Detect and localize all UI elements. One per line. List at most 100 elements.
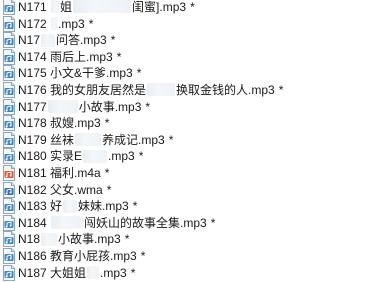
file-row[interactable]: N171 姐 闺蜜].mp3 * bbox=[0, 0, 380, 16]
audio-file-icon bbox=[2, 148, 16, 165]
file-name: N180 实录E .mp3 bbox=[18, 147, 135, 165]
file-name-part: 姐 bbox=[60, 0, 73, 14]
file-row[interactable]: N180 实录E .mp3 * bbox=[0, 147, 380, 165]
file-name-part: .mp3 bbox=[100, 265, 127, 280]
file-row[interactable]: N174 雨后上.mp3 * bbox=[0, 48, 380, 66]
modified-marker: * bbox=[136, 66, 142, 81]
file-row[interactable]: N177 小故事.mp3 * bbox=[0, 98, 380, 116]
file-name-part: .mp3 bbox=[108, 149, 135, 164]
redacted-text bbox=[41, 232, 58, 246]
audio-file-icon bbox=[2, 115, 16, 132]
file-row[interactable]: N187 大姐姐 .mp3 * bbox=[0, 264, 380, 282]
file-name: N177 小故事.mp3 bbox=[18, 98, 141, 116]
file-row[interactable]: N183 好妹妹.mp3 * bbox=[0, 197, 380, 215]
audio-file-icon bbox=[2, 264, 16, 281]
file-name: N175 小文&干爹.mp3 bbox=[18, 64, 133, 82]
file-name-part: 养成记.mp3 bbox=[102, 132, 165, 147]
redacted-text bbox=[87, 265, 100, 279]
file-name-part: N182 父女.wma bbox=[18, 182, 103, 197]
file-name-part: N177 bbox=[18, 99, 47, 114]
file-row[interactable]: N186 教育小屁孩.mp3 * bbox=[0, 247, 380, 265]
modified-marker: * bbox=[106, 182, 112, 197]
audio-file-icon-m4a bbox=[2, 165, 16, 181]
modified-marker: * bbox=[278, 83, 284, 97]
file-row[interactable]: N182 父女.wma * bbox=[0, 181, 380, 199]
modified-marker: * bbox=[124, 232, 130, 247]
audio-file-icon bbox=[2, 98, 16, 115]
file-name-part: 换取金钱的人.mp3 bbox=[176, 83, 275, 97]
file-name: N17 问答.mp3 bbox=[18, 31, 107, 49]
audio-file-icon bbox=[2, 0, 16, 15]
file-name: N186 教育小屁孩.mp3 bbox=[18, 247, 137, 265]
file-name-part: N176 我的女朋友居然是 bbox=[18, 83, 147, 97]
file-name-part: N172 bbox=[18, 16, 51, 31]
file-name-part: .mp3 bbox=[58, 16, 85, 31]
file-name: N187 大姐姐 .mp3 bbox=[18, 264, 127, 282]
file-name: N171 姐 闺蜜].mp3 bbox=[18, 0, 186, 16]
file-name-part: N184 bbox=[18, 215, 51, 230]
file-row[interactable]: N175 小文&干爹.mp3 * bbox=[0, 64, 380, 82]
file-name: N179 丝袜 养成记.mp3 bbox=[18, 131, 165, 149]
modified-marker: * bbox=[168, 132, 174, 147]
file-name-part: N17 bbox=[18, 33, 41, 48]
file-name: N183 好妹妹.mp3 bbox=[18, 197, 129, 215]
file-name-part: N171 bbox=[18, 0, 51, 14]
file-name: N182 父女.wma bbox=[18, 181, 103, 199]
file-name-part: N180 实录E bbox=[18, 149, 83, 164]
file-row[interactable]: N184 闯妖山的故事全集.mp3 * bbox=[0, 214, 380, 232]
modified-marker: * bbox=[210, 215, 216, 230]
modified-marker: * bbox=[110, 33, 116, 48]
redacted-text bbox=[51, 0, 60, 14]
modified-marker: * bbox=[130, 265, 136, 280]
file-row[interactable]: N179 丝袜 养成记.mp3 * bbox=[0, 131, 380, 149]
audio-file-icon bbox=[2, 231, 16, 248]
file-list: N171 姐闺蜜].mp3 * N172 .mp3 * N17 问答.mp3 * N174 雨… bbox=[0, 0, 380, 282]
file-name: N178 叔嫂.mp3 bbox=[18, 114, 101, 132]
file-name-part: N174 雨后上.mp3 bbox=[18, 49, 113, 64]
modified-marker: * bbox=[104, 166, 110, 180]
file-name-part: N179 丝袜 bbox=[18, 132, 75, 147]
file-name-part: 闯妖山的故事全集.mp3 bbox=[84, 215, 207, 230]
audio-file-icon bbox=[2, 248, 16, 264]
modified-marker: * bbox=[145, 99, 151, 114]
file-row[interactable]: N176 我的女朋友居然是 换取金钱的人.mp3 * bbox=[0, 81, 380, 99]
file-name-part: 问答.mp3 bbox=[56, 33, 107, 48]
modified-marker: * bbox=[116, 49, 122, 64]
redacted-text bbox=[63, 199, 78, 213]
file-name: N172 .mp3 bbox=[18, 15, 85, 33]
file-name-part: N178 叔嫂.mp3 bbox=[18, 116, 101, 131]
redacted-text bbox=[73, 0, 132, 14]
modified-marker: * bbox=[138, 149, 144, 164]
redacted-text bbox=[47, 99, 78, 113]
file-name-part: 小故事.mp3 bbox=[78, 99, 142, 114]
file-name-part: N187 大姐姐 bbox=[18, 265, 87, 280]
modified-marker: * bbox=[190, 0, 195, 14]
redacted-text bbox=[75, 133, 102, 147]
modified-marker: * bbox=[88, 16, 94, 31]
file-name-part: N183 好 bbox=[18, 199, 63, 214]
file-name-part: N186 教育小屁孩.mp3 bbox=[18, 249, 137, 263]
file-row[interactable]: N18 小故事.mp3 * bbox=[0, 230, 380, 248]
audio-file-icon bbox=[2, 198, 16, 215]
audio-file-icon bbox=[2, 65, 16, 82]
audio-file-icon bbox=[2, 48, 16, 65]
file-name: N181 福利.m4a bbox=[18, 164, 101, 182]
redacted-text bbox=[41, 33, 56, 47]
file-row[interactable]: N178 叔嫂.mp3 * bbox=[0, 114, 380, 132]
audio-file-icon bbox=[2, 15, 16, 32]
redacted-text bbox=[51, 216, 84, 230]
file-row[interactable]: N181 福利.m4a * bbox=[0, 164, 380, 182]
file-name-part: 闺蜜].mp3 bbox=[132, 0, 187, 14]
file-row[interactable]: N17 问答.mp3 * bbox=[0, 31, 380, 49]
file-name: N18 小故事.mp3 bbox=[18, 230, 121, 248]
redacted-text bbox=[147, 83, 176, 97]
audio-file-icon-wma bbox=[2, 181, 16, 198]
modified-marker: * bbox=[104, 116, 110, 131]
audio-file-icon bbox=[2, 82, 16, 98]
file-name: N176 我的女朋友居然是 换取金钱的人.mp3 bbox=[18, 81, 275, 99]
file-name-part: 妹妹.mp3 bbox=[78, 199, 129, 214]
audio-file-icon bbox=[2, 32, 16, 49]
file-row[interactable]: N172 .mp3 * bbox=[0, 15, 380, 33]
redacted-text bbox=[51, 16, 58, 30]
file-name: N174 雨后上.mp3 bbox=[18, 48, 113, 66]
